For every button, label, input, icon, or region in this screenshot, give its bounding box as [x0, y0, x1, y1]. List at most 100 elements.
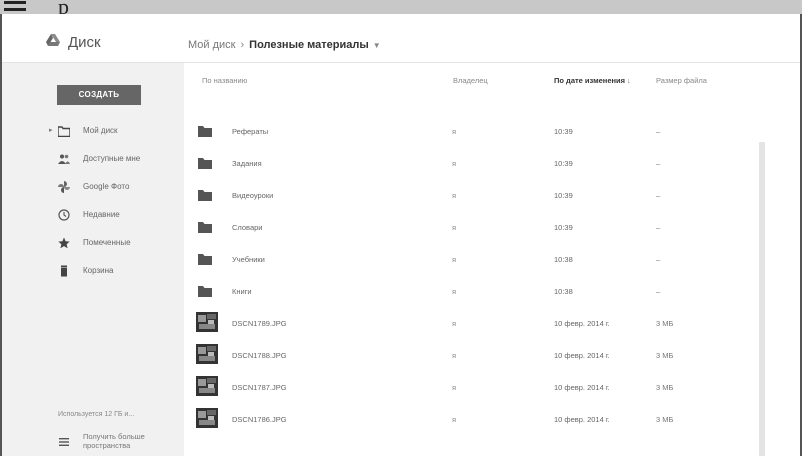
pinwheel-icon — [58, 181, 70, 193]
file-size: 3 МБ — [656, 319, 674, 328]
scrollbar[interactable] — [759, 142, 765, 456]
table-row[interactable]: DSCN1789.JPG я 10 февр. 2014 г. 3 МБ — [186, 309, 752, 341]
image-thumbnail-icon — [196, 376, 218, 396]
sidebar-item-label: Google Фото — [83, 182, 130, 191]
file-name: Задания — [232, 159, 262, 168]
image-thumbnail-icon — [196, 408, 218, 428]
file-owner: я — [452, 351, 457, 360]
get-more-storage-link[interactable]: Получить больше пространства — [58, 432, 178, 454]
trash-icon — [61, 265, 67, 277]
file-modified: 10:39 — [554, 223, 573, 232]
sidebar-item-label: Доступные мне — [83, 154, 141, 163]
file-owner: я — [452, 319, 457, 328]
file-modified: 10 февр. 2014 г. — [554, 351, 610, 360]
file-size: – — [656, 159, 661, 168]
logo-text[interactable]: Диск — [68, 34, 101, 51]
file-modified: 10:39 — [554, 159, 573, 168]
file-size: 3 МБ — [656, 351, 674, 360]
file-name: Словари — [232, 223, 263, 232]
table-row[interactable]: Задания я 10:39 – — [186, 149, 752, 181]
file-modified: 10:38 — [554, 255, 573, 264]
sidebar-item-starred[interactable]: Помеченные — [2, 233, 184, 253]
file-modified: 10:39 — [554, 191, 573, 200]
file-owner: я — [452, 287, 457, 296]
sidebar-item-shared[interactable]: Доступные мне — [2, 149, 184, 169]
sort-arrow-icon: ↓ — [627, 76, 631, 85]
file-owner: я — [452, 159, 457, 168]
column-header-size[interactable]: Размер файла — [656, 76, 707, 85]
sidebar-item-trash[interactable]: Корзина — [2, 261, 184, 281]
sidebar-item-label: Корзина — [83, 266, 114, 275]
file-size: – — [656, 223, 661, 232]
table-row[interactable]: DSCN1788.JPG я 10 февр. 2014 г. 3 МБ — [186, 341, 752, 373]
file-name: Учебники — [232, 255, 265, 264]
file-modified: 10:39 — [554, 127, 573, 136]
clock-icon — [58, 209, 70, 221]
table-row[interactable]: Книги я 10:38 – — [186, 277, 752, 309]
sidebar-item-label: Недавние — [83, 210, 120, 219]
drive-logo-icon — [46, 34, 60, 46]
breadcrumb-current[interactable]: Полезные материалы — [249, 39, 369, 51]
folder-icon — [198, 222, 212, 233]
breadcrumb: Мой диск › Полезные материалы ▼ — [188, 39, 381, 51]
create-button[interactable]: СОЗДАТЬ — [57, 85, 141, 105]
sidebar-item-label: Мой диск — [83, 126, 118, 135]
chevron-down-icon[interactable]: ▼ — [373, 41, 381, 50]
file-modified: 10 февр. 2014 г. — [554, 415, 610, 424]
file-modified: 10:38 — [554, 287, 573, 296]
header: Диск Мой диск › Полезные материалы ▼ — [2, 14, 800, 63]
file-modified: 10 февр. 2014 г. — [554, 319, 610, 328]
file-name: Книги — [232, 287, 252, 296]
file-size: – — [656, 287, 661, 296]
file-owner: я — [452, 255, 457, 264]
folder-icon — [198, 286, 212, 297]
file-size: – — [656, 255, 661, 264]
sidebar-item-my-drive[interactable]: ▸ Мой диск — [2, 121, 184, 141]
column-header-modified-label: По дате изменения — [554, 76, 626, 85]
star-icon — [58, 237, 70, 249]
drive-window: Диск Мой диск › Полезные материалы ▼ СОЗДАТ… — [0, 14, 802, 456]
sidebar-item-recent[interactable]: Недавние — [2, 205, 184, 225]
file-size: 3 МБ — [656, 415, 674, 424]
table-row[interactable]: Словари я 10:39 – — [186, 213, 752, 245]
folder-icon — [198, 254, 212, 265]
table-row[interactable]: Учебники я 10:38 – — [186, 245, 752, 277]
sidebar-item-google-photos[interactable]: Google Фото — [2, 177, 184, 197]
image-thumbnail-icon — [196, 312, 218, 332]
file-owner: я — [452, 383, 457, 392]
file-owner: я — [452, 191, 457, 200]
top-strip: р — [0, 0, 802, 15]
table-row[interactable]: DSCN1786.JPG я 10 февр. 2014 г. 3 МБ — [186, 405, 752, 437]
column-header-owner[interactable]: Владелец — [453, 76, 488, 85]
upgrade-label: Получить больше пространства — [83, 432, 145, 450]
expand-arrow-icon[interactable]: ▸ — [49, 126, 53, 134]
breadcrumb-root[interactable]: Мой диск — [188, 39, 235, 51]
sidebar: СОЗДАТЬ ▸ Мой диск Доступные мне Google … — [2, 63, 184, 456]
folder-icon — [198, 126, 212, 137]
table-row[interactable]: DSCN1787.JPG я 10 февр. 2014 г. 3 МБ — [186, 373, 752, 405]
column-header-name[interactable]: По названию — [202, 76, 247, 85]
people-icon — [58, 154, 70, 164]
file-owner: я — [452, 223, 457, 232]
file-size: – — [656, 191, 661, 200]
column-header-modified[interactable]: По дате изменения ↓ — [554, 76, 631, 85]
folder-icon — [198, 158, 212, 169]
file-name: DSCN1788.JPG — [232, 351, 287, 360]
file-modified: 10 февр. 2014 г. — [554, 383, 610, 392]
file-size: – — [656, 127, 661, 136]
file-name: DSCN1787.JPG — [232, 383, 287, 392]
storage-usage: Используется 12 ГБ и... — [58, 411, 135, 418]
file-owner: я — [452, 127, 457, 136]
file-name: Рефераты — [232, 127, 269, 136]
file-name: DSCN1786.JPG — [232, 415, 287, 424]
table-row[interactable]: Видеоуроки я 10:39 – — [186, 181, 752, 213]
top-strip-text: р — [58, 0, 69, 15]
image-thumbnail-icon — [196, 344, 218, 364]
file-name: DSCN1789.JPG — [232, 319, 287, 328]
storage-list-icon — [59, 438, 69, 446]
file-size: 3 МБ — [656, 383, 674, 392]
menu-icon — [4, 1, 26, 11]
file-owner: я — [452, 415, 457, 424]
table-row[interactable]: Рефераты я 10:39 – — [186, 117, 752, 149]
folder-icon — [198, 190, 212, 201]
